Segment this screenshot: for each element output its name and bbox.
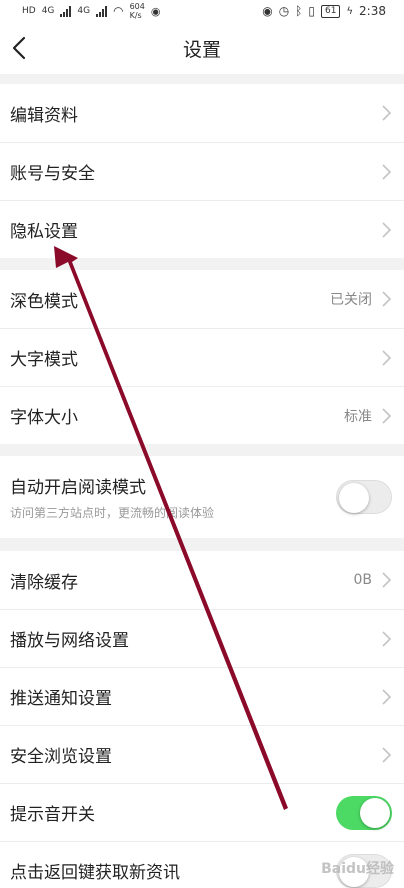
settings-item-clear-cache[interactable]: 清除缓存 0B [0,551,404,609]
nav-bar: 设置 [0,22,404,74]
chevron-right-icon [382,291,392,307]
chevron-right-icon [382,163,392,180]
status-bar: HD 4G 4G ◠ 604 K/s ◉ ◉ ◷ ᛒ ▯ 61 ϟ 2:38 [0,0,404,22]
net-4g-2: 4G [77,6,91,16]
settings-item-label: 账号与安全 [10,164,95,184]
settings-item-label: 隐私设置 [10,222,78,242]
chevron-right-icon [382,105,392,121]
net-speed-value: 604 [129,2,145,11]
settings-item-account-security[interactable]: 账号与安全 [0,142,404,200]
settings-item-playback-network[interactable]: 播放与网络设置 [0,609,404,667]
settings-item-safe-browsing[interactable]: 安全浏览设置 [0,725,404,783]
hd-label: HD [22,6,36,16]
eye-icon: ◉ [262,4,273,18]
settings-group-account: 编辑资料 账号与安全 隐私设置 [0,84,404,258]
settings-item-label: 深色模式 [10,291,78,312]
toggle-knob [360,797,390,828]
settings-item-privacy[interactable]: 隐私设置 [0,200,404,258]
settings-item-dark-mode[interactable]: 深色模式 已关闭 [0,270,404,328]
settings-item-label: 字体大小 [10,408,78,428]
wifi-icon: ◠ [113,4,124,18]
settings-item-label: 安全浏览设置 [10,747,112,767]
settings-item-value: 0B [353,572,372,588]
net-speed: 604 K/s [130,2,145,20]
settings-group-reading: 自动开启阅读模式 访问第三方站点时，更流畅的阅读体验 [0,456,404,538]
settings-item-font-size[interactable]: 字体大小 标准 [0,386,404,444]
chevron-right-icon [382,630,392,647]
settings-item-label: 播放与网络设置 [10,631,129,651]
page-title: 设置 [182,38,221,61]
sound-toggle[interactable] [336,795,392,830]
settings-item-sound-switch[interactable]: 提示音开关 [0,783,404,841]
chevron-right-icon [382,407,392,424]
settings-item-label: 点击返回键获取新资讯 [10,863,180,883]
settings-group-general: 清除缓存 0B 播放与网络设置 推送通知设置 安全浏览设置 提示音开关 点击返回… [0,551,404,888]
net-speed-unit: K/s [129,11,142,20]
net-4g-1: 4G [41,6,55,16]
status-left: HD 4G 4G ◠ 604 K/s ◉ [22,2,160,20]
settings-item-edit-profile[interactable]: 编辑资料 [0,84,404,142]
settings-item-label: 提示音开关 [10,805,95,825]
settings-group-display: 深色模式 已关闭 大字模式 字体大小 标准 [0,270,404,444]
settings-item-label: 自动开启阅读模式 [10,478,146,498]
toggle-knob [339,483,369,513]
chevron-right-icon [382,221,392,238]
settings-item-reading-mode[interactable]: 自动开启阅读模式 访问第三方站点时，更流畅的阅读体验 [0,456,404,538]
signal-icon-2 [96,5,108,17]
chevron-left-icon[interactable] [8,34,36,62]
settings-item-label: 大字模式 [10,350,78,370]
settings-item-label: 清除缓存 [10,572,78,593]
chevron-right-icon [382,572,392,588]
bluetooth-icon: ᛒ [295,4,303,18]
charging-icon: ϟ [346,5,354,17]
vibrate-icon: ▯ [308,4,315,18]
settings-item-value: 标准 [344,408,372,425]
status-time: 2:38 [359,4,386,18]
reading-mode-texts: 自动开启阅读模式 访问第三方站点时，更流畅的阅读体验 [10,473,336,521]
reading-mode-toggle[interactable] [336,480,392,514]
settings-item-label: 推送通知设置 [10,689,112,709]
status-right: ◉ ◷ ᛒ ▯ 61 ϟ 2:38 [262,4,386,18]
settings-item-subtitle: 访问第三方站点时，更流畅的阅读体验 [10,506,215,520]
signal-icon [60,5,72,17]
settings-item-label: 编辑资料 [10,105,78,126]
app-notify-icon: ◉ [150,4,161,18]
chevron-right-icon [382,349,392,366]
battery-icon: 61 [320,4,341,18]
chevron-right-icon [382,746,392,763]
settings-item-value: 已关闭 [330,292,372,308]
settings-item-push-notify[interactable]: 推送通知设置 [0,667,404,725]
watermark: Baidu经验 [321,861,394,877]
alarm-icon: ◷ [278,4,290,18]
chevron-right-icon [382,688,392,705]
settings-item-large-text[interactable]: 大字模式 [0,328,404,386]
